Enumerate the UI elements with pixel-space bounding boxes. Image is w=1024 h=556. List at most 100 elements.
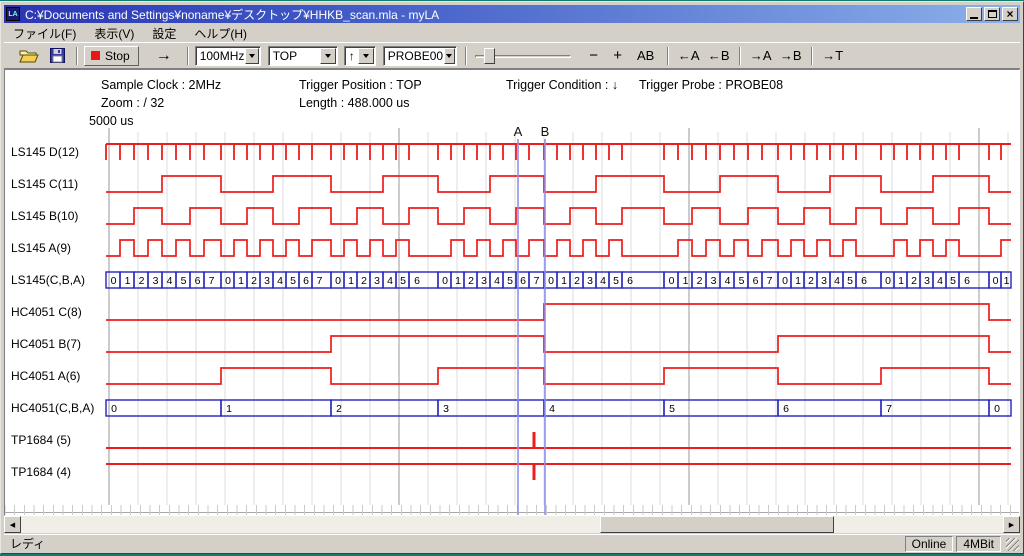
svg-text:2: 2	[911, 275, 917, 287]
goto-trigger-button[interactable]: →T	[819, 45, 847, 67]
svg-text:2: 2	[468, 275, 474, 287]
svg-text:6: 6	[861, 275, 867, 287]
menu-help[interactable]: ヘルプ(H)	[185, 24, 256, 43]
toolbar-separator	[187, 47, 189, 65]
svg-text:3: 3	[374, 275, 380, 287]
scroll-left-button[interactable]: ◀	[4, 516, 21, 533]
svg-text:7: 7	[886, 403, 892, 415]
status-bar: レディ Online 4MBit	[4, 534, 1020, 552]
channel-wave: 012345670	[106, 400, 1011, 416]
svg-text:1: 1	[455, 275, 461, 287]
svg-text:4: 4	[600, 275, 606, 287]
svg-text:0: 0	[885, 275, 891, 287]
window-title: C:¥Documents and Settings¥noname¥デスクトップ¥…	[25, 6, 966, 23]
svg-text:0: 0	[782, 275, 788, 287]
svg-text:1: 1	[348, 275, 354, 287]
svg-text:7: 7	[317, 275, 323, 287]
trigger-position-value: TOP	[269, 49, 319, 63]
app-icon: LA	[6, 7, 20, 21]
save-file-button[interactable]	[46, 45, 68, 67]
zoom-in-icon: +	[613, 47, 622, 64]
dropdown-button[interactable]	[444, 48, 455, 64]
stop-button[interactable]: Stop	[84, 46, 139, 66]
svg-text:1: 1	[795, 275, 801, 287]
toolbar-separator	[739, 47, 741, 65]
svg-text:0: 0	[111, 403, 117, 415]
dropdown-button[interactable]	[245, 48, 258, 64]
zoom-slider[interactable]	[475, 46, 571, 66]
goto-marker-a-left-button[interactable]: ←A	[675, 45, 703, 67]
zoom-ab-button[interactable]: AB	[633, 45, 659, 67]
channel-wave	[106, 304, 1011, 320]
sample-rate-value: 100MHz	[196, 49, 245, 63]
svg-text:5: 5	[507, 275, 513, 287]
svg-text:2: 2	[697, 275, 703, 287]
svg-text:0: 0	[335, 275, 341, 287]
open-file-button[interactable]	[18, 45, 40, 67]
svg-text:6: 6	[627, 275, 633, 287]
horizontal-scrollbar[interactable]: ◀ ▶	[4, 516, 1020, 533]
svg-text:6: 6	[303, 275, 309, 287]
channel-wave	[106, 368, 1011, 384]
svg-text:0: 0	[548, 275, 554, 287]
svg-text:B: B	[541, 124, 550, 139]
trigger-probe-select[interactable]: PROBE00	[383, 46, 457, 66]
minimize-button[interactable]	[966, 7, 982, 21]
menu-view[interactable]: 表示(V)	[85, 24, 143, 43]
svg-text:6: 6	[414, 275, 420, 287]
svg-text:5: 5	[290, 275, 296, 287]
goto-marker-b-left-button[interactable]: ←B	[705, 45, 733, 67]
scrollbar-thumb[interactable]	[600, 516, 834, 533]
close-button[interactable]: ×	[1002, 7, 1018, 21]
menu-settings[interactable]: 設定	[143, 24, 185, 43]
save-floppy-icon	[50, 48, 65, 63]
waveform-area: Sample Clock : 2MHz Trigger Position : T…	[4, 69, 1020, 516]
goto-marker-b-right-button[interactable]: →B	[777, 45, 805, 67]
trigger-edge-select[interactable]: ↑	[344, 46, 376, 66]
toolbar-separator	[465, 47, 467, 65]
zoom-in-button[interactable]: +	[607, 45, 629, 67]
svg-text:3: 3	[264, 275, 270, 287]
goto-marker-a-right-button[interactable]: →A	[747, 45, 775, 67]
toolbar-separator	[76, 47, 78, 65]
svg-text:5: 5	[181, 275, 187, 287]
open-folder-icon	[19, 48, 39, 64]
maximize-button[interactable]	[984, 7, 1000, 21]
channel-wave: 0123456701234567012345601234567012345601…	[106, 272, 1011, 288]
menu-file[interactable]: ファイル(F)	[4, 24, 85, 43]
resize-grip[interactable]	[1006, 538, 1019, 551]
slider-thumb[interactable]	[484, 48, 495, 64]
channel-wave	[106, 464, 1011, 480]
svg-text:5: 5	[613, 275, 619, 287]
channel-wave	[106, 144, 1011, 160]
svg-text:4: 4	[549, 403, 555, 415]
ab-label: AB	[637, 48, 654, 63]
svg-text:0: 0	[993, 275, 999, 287]
svg-text:5: 5	[847, 275, 853, 287]
svg-text:3: 3	[481, 275, 487, 287]
svg-text:0: 0	[669, 275, 675, 287]
dropdown-button[interactable]	[320, 48, 336, 64]
svg-text:6: 6	[964, 275, 970, 287]
svg-text:2: 2	[336, 403, 342, 415]
minimize-icon	[970, 17, 978, 19]
svg-text:7: 7	[534, 275, 540, 287]
svg-text:4: 4	[834, 275, 840, 287]
channel-wave	[106, 176, 1011, 192]
svg-text:4: 4	[167, 275, 173, 287]
svg-text:7: 7	[767, 275, 773, 287]
dropdown-button[interactable]	[358, 48, 374, 64]
status-online-badge: Online	[905, 536, 954, 552]
arrow-right-icon: ▶	[1009, 521, 1014, 529]
run-arrow-icon: →	[156, 47, 172, 65]
svg-text:1: 1	[1004, 275, 1010, 287]
zoom-out-button[interactable]: −	[583, 45, 605, 67]
svg-text:6: 6	[783, 403, 789, 415]
scroll-right-button[interactable]: ▶	[1003, 516, 1020, 533]
svg-text:0: 0	[111, 275, 117, 287]
title-bar[interactable]: LA C:¥Documents and Settings¥noname¥デスクト…	[4, 5, 1020, 23]
sample-rate-select[interactable]: 100MHz	[195, 46, 261, 66]
svg-text:6: 6	[753, 275, 759, 287]
trigger-position-select[interactable]: TOP	[268, 46, 338, 66]
run-button[interactable]: →	[149, 45, 179, 67]
